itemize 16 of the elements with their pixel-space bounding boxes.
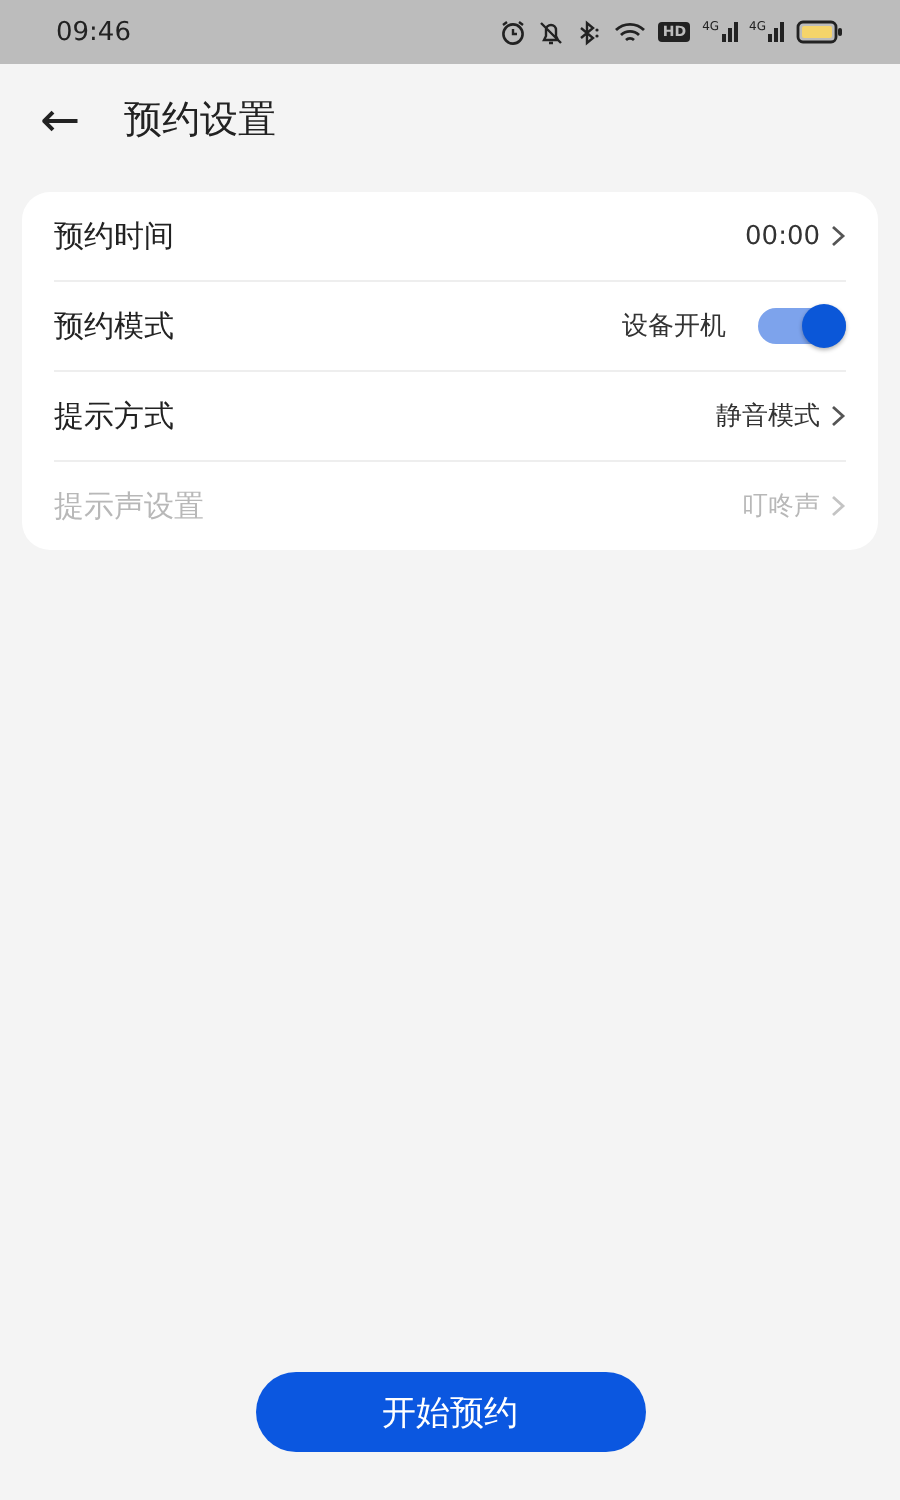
page-title: 预约设置 xyxy=(124,96,277,146)
settings-row[interactable]: 提示方式 静音模式 xyxy=(54,372,846,462)
chevron-icon xyxy=(830,404,846,428)
settings-row[interactable]: 预约模式 设备开机 xyxy=(54,282,846,372)
bell-off-icon xyxy=(538,19,565,45)
battery-icon xyxy=(796,20,844,44)
start-button[interactable]: 开始预约 xyxy=(255,1372,645,1452)
chevron-icon xyxy=(830,224,846,248)
wifi-icon xyxy=(614,19,647,45)
toggle-switch[interactable] xyxy=(758,308,846,344)
alarm-icon xyxy=(500,19,527,45)
chevron-icon xyxy=(830,494,846,518)
bluetooth-icon xyxy=(576,19,603,45)
back-button[interactable]: ← xyxy=(32,92,89,148)
status-time: 09:46 xyxy=(56,17,131,47)
settings-row[interactable]: 预约时间 00:00 xyxy=(54,192,846,282)
